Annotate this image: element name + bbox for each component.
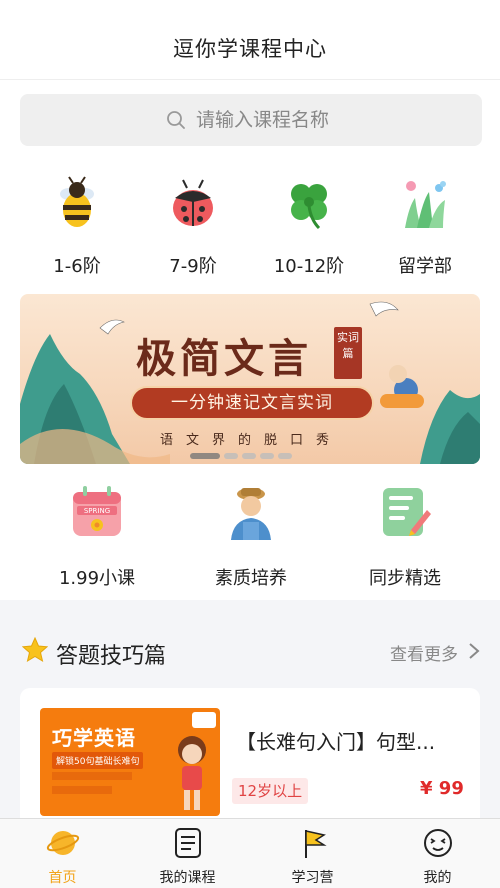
- brand-logo: [192, 712, 216, 728]
- thumbnail-tag: 解锁50句基础长难句: [52, 752, 144, 769]
- carousel-dot[interactable]: [242, 453, 256, 459]
- category-label: 10-12阶: [273, 256, 345, 277]
- page-title: 逗你学课程中心: [173, 37, 327, 61]
- thumbnail-decor: [52, 772, 132, 780]
- view-more-link[interactable]: 查看更多: [390, 640, 458, 665]
- category-label: 1-6阶: [53, 256, 101, 277]
- banner-seal: 实词篇: [334, 327, 362, 379]
- ladybug-icon: [173, 179, 213, 226]
- feature-label: 素质培养: [215, 568, 287, 589]
- tab-home[interactable]: 首页: [0, 819, 125, 888]
- search-input[interactable]: [196, 106, 446, 134]
- tab-label: 我的: [423, 870, 452, 886]
- category-label: 留学部: [398, 256, 452, 277]
- feature-label: 同步精选: [369, 568, 441, 589]
- course-price: ¥ 99: [420, 778, 464, 799]
- spring-calendar-icon: SPRING: [73, 486, 121, 536]
- course-thumbnail: 巧学英语 解锁50句基础长难句: [40, 708, 220, 816]
- chevron-right-icon[interactable]: [468, 642, 480, 660]
- bottom-tab-bar: 首页 我的课程 学习营 我的: [0, 818, 500, 888]
- carousel-dot[interactable]: [190, 453, 220, 459]
- top-section: 1-6阶 7-9阶 10-12阶: [0, 80, 500, 600]
- category-7-9[interactable]: 7-9阶: [138, 176, 248, 278]
- tab-my-courses[interactable]: 我的课程: [125, 819, 250, 888]
- course-card[interactable]: 巧学英语 解锁50句基础长难句 【长难句入门】句型... 12岁以上 ¥ 99: [20, 688, 480, 828]
- search-icon: [167, 111, 185, 129]
- thumbnail-title: 巧学英语: [52, 726, 136, 750]
- tab-label: 学习营: [291, 870, 334, 886]
- app-header: 逗你学课程中心: [0, 0, 500, 80]
- smiley-face-icon: [423, 829, 452, 857]
- banner-title: 极简文言: [136, 335, 312, 382]
- girl-illustration: [178, 736, 206, 810]
- feature-synced-picks[interactable]: 同步精选: [335, 484, 475, 590]
- tab-study-camp[interactable]: 学习营: [250, 819, 375, 888]
- section-title: 答题技巧篇: [56, 644, 167, 669]
- star-icon: [22, 637, 48, 663]
- course-title: 【长难句入门】句型...: [236, 730, 436, 754]
- category-1-6[interactable]: 1-6阶: [22, 176, 132, 278]
- thumbnail-decor: [52, 786, 112, 794]
- carousel-dot[interactable]: [224, 453, 238, 459]
- carousel-dot[interactable]: [260, 453, 274, 459]
- farmer-avatar-icon: [231, 488, 271, 540]
- category-study-abroad[interactable]: 留学部: [370, 176, 480, 278]
- feature-label: 1.99小课: [58, 568, 136, 589]
- carousel-indicator: [190, 444, 296, 459]
- section-header: 答题技巧篇 查看更多: [0, 620, 500, 680]
- course-list-icon: [174, 828, 201, 858]
- age-badge: 12岁以上: [232, 778, 309, 804]
- notebook-pencil-icon: [383, 488, 431, 536]
- svg-text:SPRING: SPRING: [84, 507, 110, 515]
- category-10-12[interactable]: 10-12阶: [254, 176, 364, 278]
- tab-label: 我的课程: [159, 870, 216, 886]
- promo-banner[interactable]: 极简文言 实词篇 一分钟速记文言实词 语文界的脱口秀: [20, 294, 480, 464]
- feature-199-course[interactable]: SPRING 1.99小课: [27, 484, 167, 590]
- carousel-dot[interactable]: [278, 453, 292, 459]
- flag-icon: [304, 830, 327, 858]
- category-label: 7-9阶: [169, 256, 217, 277]
- bee-icon: [60, 176, 94, 227]
- clover-icon: [291, 184, 327, 230]
- search-bar[interactable]: [20, 94, 482, 146]
- home-planet-icon: [46, 831, 79, 855]
- tab-profile[interactable]: 我的: [375, 819, 500, 888]
- grass-flower-icon: [405, 181, 446, 228]
- feature-quality-training[interactable]: 素质培养: [181, 484, 321, 590]
- banner-ribbon: 一分钟速记文言实词: [130, 386, 374, 420]
- tab-label: 首页: [48, 870, 77, 886]
